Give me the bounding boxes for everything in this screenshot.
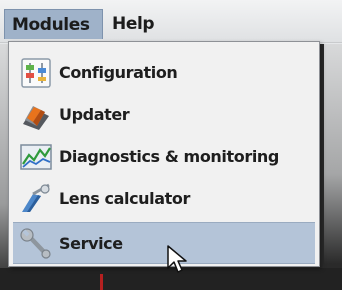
menu-item-configuration[interactable]: Configuration (13, 52, 315, 94)
window-background-right (324, 44, 342, 290)
background-red-marker (100, 274, 103, 290)
menu-modules[interactable]: Modules (4, 9, 103, 39)
menu-item-diagnostics[interactable]: Diagnostics & monitoring (13, 136, 315, 178)
menu-item-label: Service (59, 234, 123, 253)
menu-bar: Modules Help (0, 0, 342, 43)
mouse-pointer-icon (166, 244, 188, 274)
menu-help[interactable]: Help (112, 9, 172, 39)
menu-item-label: Diagnostics & monitoring (59, 147, 279, 166)
modules-dropdown-menu: Configuration Updater Diagnostics & moni… (8, 41, 320, 267)
menu-item-label: Updater (59, 105, 130, 124)
service-wrench-icon (19, 227, 53, 261)
diagnostics-chart-icon (19, 140, 53, 174)
configuration-sliders-icon (19, 56, 53, 90)
menu-item-updater[interactable]: Updater (13, 94, 315, 136)
menu-item-service[interactable]: Service (13, 222, 315, 264)
updater-icon (19, 98, 53, 132)
menu-item-label: Lens calculator (59, 189, 190, 208)
menu-item-lens-calculator[interactable]: Lens calculator (13, 178, 315, 220)
lens-calculator-icon (19, 182, 53, 216)
menu-item-label: Configuration (59, 63, 178, 82)
